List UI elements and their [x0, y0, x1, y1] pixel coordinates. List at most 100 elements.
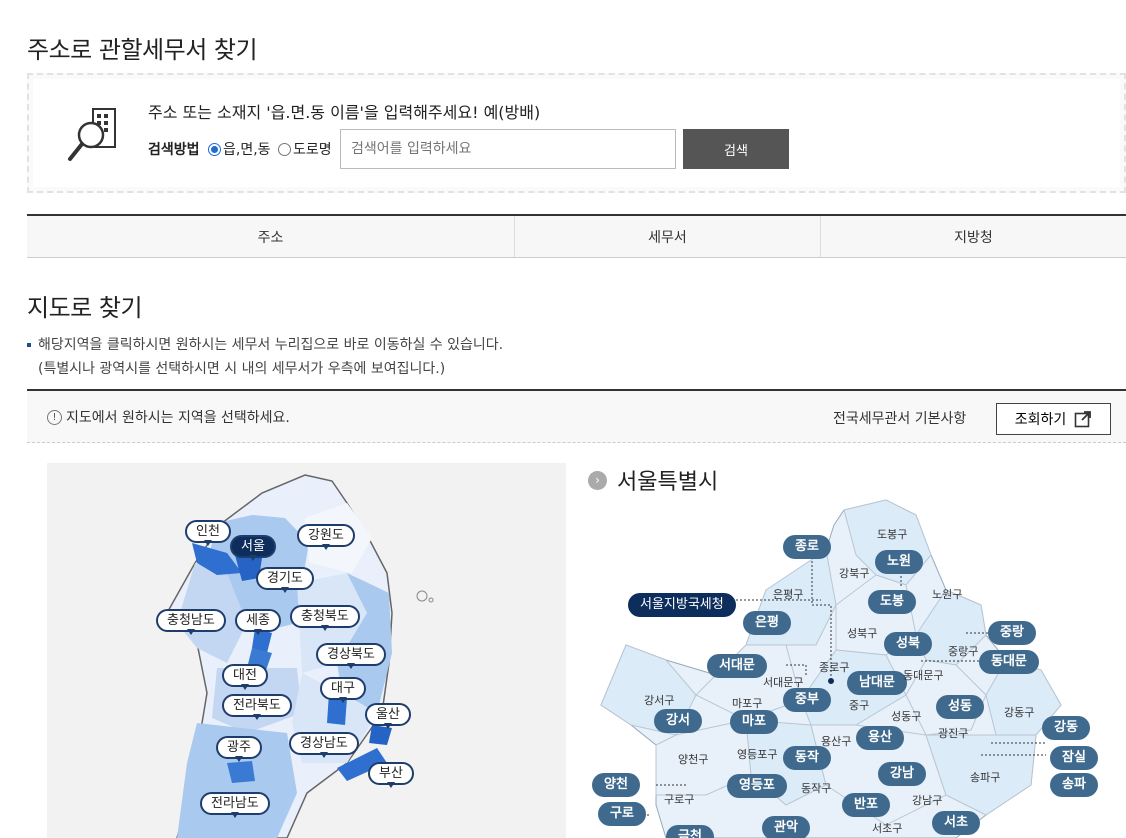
korea-map: 인천 서울 강원도 경기도 충청남도 세종 충청북도 경상북도 대전 대구 전라… [47, 463, 566, 838]
office-yangcheon[interactable]: 양천 [592, 773, 640, 797]
district-label: 마포구 [732, 697, 763, 710]
office-seodaemun[interactable]: 서대문 [707, 654, 767, 678]
region-gwangju[interactable]: 광주 [216, 736, 262, 762]
region-ulsan[interactable]: 울산 [365, 703, 411, 729]
search-guide: 주소 또는 소재지 '읍.면.동 이름'을 입력해주세요! 예(방배) [148, 103, 541, 122]
map-search-title: 지도로 찾기 [27, 294, 143, 322]
office-jamsil[interactable]: 잠실 [1050, 746, 1098, 770]
office-gwanak[interactable]: 관악 [762, 816, 810, 838]
district-label: 강남구 [912, 794, 943, 807]
map-info-text: 지도에서 원하시는 지역을 선택하세요. [66, 410, 290, 426]
col-tax-office: 세무서 [515, 216, 821, 257]
search-box: 주소 또는 소재지 '읍.면.동 이름'을 입력해주세요! 예(방배) 검색방법… [27, 73, 1126, 193]
district-label: 성동구 [891, 710, 922, 723]
region-gangwon[interactable]: 강원도 [297, 524, 355, 550]
search-button[interactable]: 검색 [683, 129, 789, 169]
region-seoul[interactable]: 서울 [230, 535, 276, 561]
office-dongdaemun[interactable]: 동대문 [979, 650, 1039, 674]
seoul-map: 서울지방국세청 종로 노원 도봉 은평 중랑 성북 서대문 동대문 남대문 중부… [586, 495, 1126, 838]
district-label: 용산구 [821, 735, 852, 748]
district-label: 강서구 [644, 694, 675, 707]
region-jeonbuk[interactable]: 전라북도 [222, 694, 292, 720]
query-button-label: 조회하기 [1014, 411, 1067, 427]
korea-map-shape [166, 474, 434, 838]
region-chungnam[interactable]: 충청남도 [156, 609, 226, 635]
radio-dong-label: 읍,면,동 [223, 142, 271, 158]
office-yeongdeungpo[interactable]: 영등포 [727, 774, 787, 798]
region-gyeongbuk[interactable]: 경상북도 [316, 643, 386, 669]
map-info: ! 지도에서 원하시는 지역을 선택하세요. [47, 407, 290, 427]
radio-road-indicator[interactable] [278, 142, 291, 156]
note-line-2: (특별시나 광역시를 선택하시면 시 내의 세무서가 우측에 보여집니다.) [38, 361, 446, 377]
office-mapo[interactable]: 마포 [730, 710, 778, 734]
search-input[interactable] [340, 129, 676, 169]
region-gyeongnam[interactable]: 경상남도 [289, 732, 359, 758]
district-label: 강북구 [839, 567, 870, 580]
office-seocho[interactable]: 서초 [932, 811, 980, 835]
region-incheon[interactable]: 인천 [185, 520, 231, 546]
office-songpa[interactable]: 송파 [1050, 773, 1098, 797]
district-label: 동작구 [801, 782, 832, 795]
map-toolbar: ! 지도에서 원하시는 지역을 선택하세요. 전국세무관서 기본사항 조회하기 [27, 389, 1126, 443]
col-regional-office: 지방청 [954, 229, 993, 246]
office-jongno[interactable]: 종로 [783, 535, 831, 559]
exclamation-icon: ! [47, 409, 62, 425]
query-button[interactable]: 조회하기 [996, 403, 1111, 435]
basic-info-label: 전국세무관서 기본사항 [833, 411, 967, 427]
district-label: 송파구 [970, 771, 1001, 784]
office-seoul-regional[interactable]: 서울지방국세청 [628, 593, 736, 617]
region-daegu[interactable]: 대구 [320, 677, 366, 703]
external-link-icon [1074, 411, 1092, 428]
office-dobong[interactable]: 도봉 [868, 590, 916, 614]
district-label: 서대문구 [763, 676, 804, 689]
office-namdaemun[interactable]: 남대문 [847, 671, 907, 695]
office-dongjak[interactable]: 동작 [783, 746, 831, 770]
radio-dong-indicator[interactable] [208, 142, 221, 156]
district-label: 구로구 [664, 793, 695, 806]
district-label: 성북구 [847, 627, 878, 640]
office-eunpyeong[interactable]: 은평 [743, 611, 791, 635]
office-jungnang[interactable]: 중랑 [988, 621, 1036, 645]
district-label: 동대문구 [903, 669, 944, 682]
district-label: 강동구 [1004, 706, 1035, 719]
building-search-icon [68, 108, 116, 161]
office-jungbu[interactable]: 중부 [783, 688, 831, 712]
radio-dong[interactable]: 읍,면,동 [208, 139, 271, 159]
result-table-header: 주소 세무서 지방청 [27, 214, 1126, 258]
district-label: 서초구 [872, 822, 903, 835]
office-nowon[interactable]: 노원 [875, 550, 923, 574]
region-gyeonggi[interactable]: 경기도 [256, 567, 314, 593]
office-yongsan[interactable]: 용산 [856, 726, 904, 750]
office-seongbuk[interactable]: 성북 [884, 632, 932, 656]
district-label: 광진구 [938, 727, 969, 740]
office-gangseo[interactable]: 강서 [654, 709, 702, 733]
search-method-label: 검색방법 [148, 142, 200, 158]
region-busan[interactable]: 부산 [368, 762, 414, 788]
seoul-map-shape [600, 499, 1062, 838]
office-banpo[interactable]: 반포 [842, 793, 890, 817]
address-search-title: 주소로 관할세무서 찾기 [27, 36, 258, 64]
radio-road[interactable]: 도로명 [278, 139, 332, 159]
district-label: 양천구 [678, 753, 709, 766]
region-daejeon[interactable]: 대전 [222, 664, 268, 690]
office-gangdong[interactable]: 강동 [1042, 716, 1090, 740]
seoul-title: › 서울특별시 [588, 464, 718, 496]
office-guro[interactable]: 구로 [598, 802, 646, 826]
region-sejong[interactable]: 세종 [235, 609, 281, 635]
office-gangnam[interactable]: 강남 [878, 762, 926, 786]
district-label: 종로구 [819, 661, 850, 674]
map-notes: 해당지역을 클릭하시면 원하시는 세무서 누리집으로 바로 이동하실 수 있습니… [27, 333, 503, 381]
note-line-1: 해당지역을 클릭하시면 원하시는 세무서 누리집으로 바로 이동하실 수 있습니… [38, 337, 504, 353]
district-label: 중구 [849, 699, 870, 712]
district-label: 중랑구 [948, 645, 979, 658]
district-label: 영등포구 [737, 748, 778, 761]
seoul-title-text: 서울특별시 [617, 470, 719, 495]
office-geumcheon[interactable]: 금천 [666, 825, 714, 838]
district-label: 도봉구 [877, 528, 908, 541]
radio-road-label: 도로명 [293, 142, 332, 158]
region-chungbuk[interactable]: 충청북도 [290, 605, 360, 631]
region-jeonnam[interactable]: 전라남도 [200, 792, 270, 818]
office-seongdong[interactable]: 성동 [936, 695, 984, 719]
chevron-right-icon: › [588, 470, 607, 490]
district-label: 노원구 [932, 588, 963, 601]
